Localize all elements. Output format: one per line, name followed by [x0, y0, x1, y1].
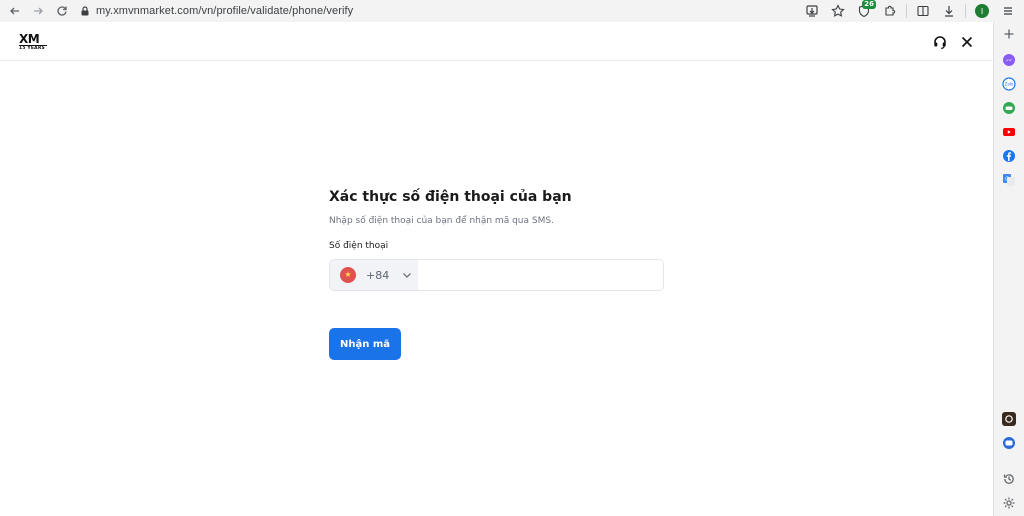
lock-icon	[81, 6, 89, 16]
game-controller-icon	[1003, 102, 1015, 114]
close-icon	[961, 36, 973, 48]
address-bar[interactable]: my.xmvnmarket.com/vn/profile/validate/ph…	[80, 2, 353, 20]
sidebar-games[interactable]	[1002, 101, 1016, 115]
toolbar-divider	[906, 4, 907, 18]
dial-code: +84	[366, 268, 390, 282]
toolbar-actions: 26 I	[802, 0, 1018, 22]
page-content: XM 15 YEARS Xác thực số điện thoại của b…	[0, 22, 993, 516]
bookmark-button[interactable]	[828, 1, 848, 21]
browser-sidebar: Zalo G	[993, 22, 1024, 516]
logo-mark: XM	[19, 32, 40, 46]
star-icon	[831, 4, 845, 17]
sidebar-add-button[interactable]	[1002, 27, 1016, 41]
close-button[interactable]	[959, 34, 975, 50]
country-code-select[interactable]: ★ +84	[330, 260, 418, 290]
phone-label: Số điện thoại	[329, 241, 389, 251]
sidebar-extension[interactable]	[1002, 412, 1016, 426]
profile-button[interactable]: I	[972, 1, 992, 21]
split-view-button[interactable]	[913, 1, 933, 21]
logo-caption: 15 YEARS	[19, 45, 47, 52]
sidebar-history[interactable]	[1002, 472, 1016, 486]
youtube-icon	[1003, 128, 1015, 136]
page-subtitle: Nhập số điện thoại của bạn để nhận mã qu…	[329, 216, 554, 226]
xm-logo[interactable]: XM 15 YEARS	[19, 33, 47, 51]
messenger-icon	[1003, 54, 1015, 66]
forward-arrow-icon	[34, 7, 43, 15]
translate-icon: G	[1003, 174, 1015, 186]
back-button[interactable]	[4, 0, 26, 22]
get-code-button[interactable]: Nhận mã	[329, 328, 401, 360]
headset-icon	[934, 36, 946, 49]
phone-input[interactable]	[418, 260, 663, 290]
svg-text:Zalo: Zalo	[1005, 82, 1014, 87]
chat-icon	[1003, 437, 1015, 449]
page-title: Xác thực số điện thoại của bạn	[329, 189, 572, 205]
forward-button[interactable]	[27, 0, 49, 22]
puzzle-icon	[885, 5, 896, 16]
zalo-icon: Zalo	[1002, 77, 1016, 91]
chevron-down-icon	[403, 273, 412, 278]
sidebar-messenger[interactable]	[1002, 53, 1016, 67]
reload-button[interactable]	[51, 0, 73, 22]
sidebar-chat[interactable]	[1002, 436, 1016, 450]
support-button[interactable]	[932, 34, 948, 50]
sidebar-facebook[interactable]	[1002, 149, 1016, 163]
avatar: I	[975, 4, 989, 18]
downloads-button[interactable]	[939, 1, 959, 21]
sidebar-settings[interactable]	[1002, 496, 1016, 510]
reload-icon	[57, 6, 67, 16]
vietnam-flag-icon: ★	[340, 267, 356, 283]
shield-extension-button[interactable]: 26	[854, 0, 876, 21]
sidebar-translate[interactable]: G	[1002, 173, 1016, 187]
menu-icon	[1004, 7, 1012, 15]
facebook-icon	[1003, 150, 1015, 162]
url-text: my.xmvnmarket.com/vn/profile/validate/ph…	[96, 5, 354, 17]
svg-text:G: G	[1005, 177, 1009, 183]
sidebar-youtube[interactable]	[1002, 125, 1016, 139]
phone-verify-form: Xác thực số điện thoại của bạn Nhập số đ…	[329, 188, 664, 360]
settings-icon	[1003, 497, 1015, 509]
back-arrow-icon	[10, 7, 19, 15]
menu-button[interactable]	[998, 1, 1018, 21]
phone-field: ★ +84	[329, 259, 664, 291]
page-header: XM 15 YEARS	[0, 22, 993, 61]
extensions-button[interactable]	[880, 1, 900, 21]
download-icon	[945, 6, 953, 17]
sidebar-zalo[interactable]: Zalo	[1002, 77, 1016, 91]
add-icon	[1004, 29, 1014, 39]
install-app-icon	[806, 5, 818, 17]
install-app-button[interactable]	[802, 1, 822, 21]
extension-icon	[1005, 415, 1013, 423]
toolbar-divider	[965, 4, 966, 18]
history-icon	[1003, 474, 1014, 484]
browser-toolbar: my.xmvnmarket.com/vn/profile/validate/ph…	[0, 0, 1024, 22]
split-view-icon	[917, 5, 929, 17]
extension-badge: 26	[862, 0, 876, 9]
